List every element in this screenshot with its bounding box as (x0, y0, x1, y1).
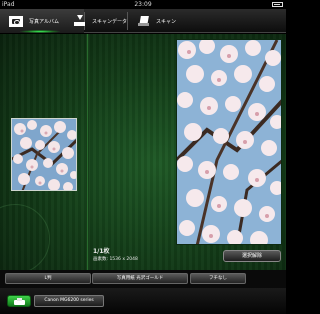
border-setting-button[interactable]: フチなし (190, 273, 246, 284)
media-type-button[interactable]: 写真用紙 光沢ゴールド (92, 273, 188, 284)
tab-scan-data[interactable]: スキャンデータ (70, 9, 140, 33)
print-button[interactable] (7, 295, 31, 307)
cherry-blossom-preview-image (177, 40, 281, 244)
tab-divider (127, 12, 128, 30)
printer-selector[interactable]: Canon MG6200 series (34, 295, 104, 307)
photo-preview[interactable] (176, 39, 282, 245)
cherry-blossom-thumbnail-image (12, 119, 76, 190)
status-bar: iPad 23:09 (0, 0, 286, 9)
panel-divider (86, 34, 89, 270)
printer-icon (14, 298, 25, 305)
tab-scan-label: スキャン (156, 18, 177, 25)
deselect-button[interactable]: 選択解除 (223, 250, 281, 262)
tab-photo-album-label: 写真アルバム (29, 18, 59, 25)
tab-bar: 写真アルバム スキャンデータ スキャン (0, 9, 286, 33)
photo-album-icon (9, 15, 23, 27)
print-settings-bar: L判 写真用紙 光沢ゴールド フチなし (0, 270, 286, 288)
scan-tray-icon (74, 15, 86, 26)
photo-count: 1/1枚 (93, 248, 110, 255)
clock: 23:09 (134, 1, 152, 8)
photo-thumbnail[interactable] (11, 118, 77, 191)
selected-tab-indicator (20, 30, 60, 33)
photo-workspace: 1/1枚 画素数: 1536 x 2048 選択解除 (0, 34, 286, 270)
scanner-icon (138, 16, 150, 26)
bottom-bar: Canon MG6200 series (0, 288, 286, 314)
tab-scan-data-label: スキャンデータ (92, 18, 128, 25)
paper-size-button[interactable]: L判 (5, 273, 91, 284)
pixel-dimensions: 画素数: 1536 x 2048 (93, 257, 138, 262)
battery-icon (272, 2, 283, 7)
tab-scan[interactable]: スキャン (138, 9, 198, 33)
